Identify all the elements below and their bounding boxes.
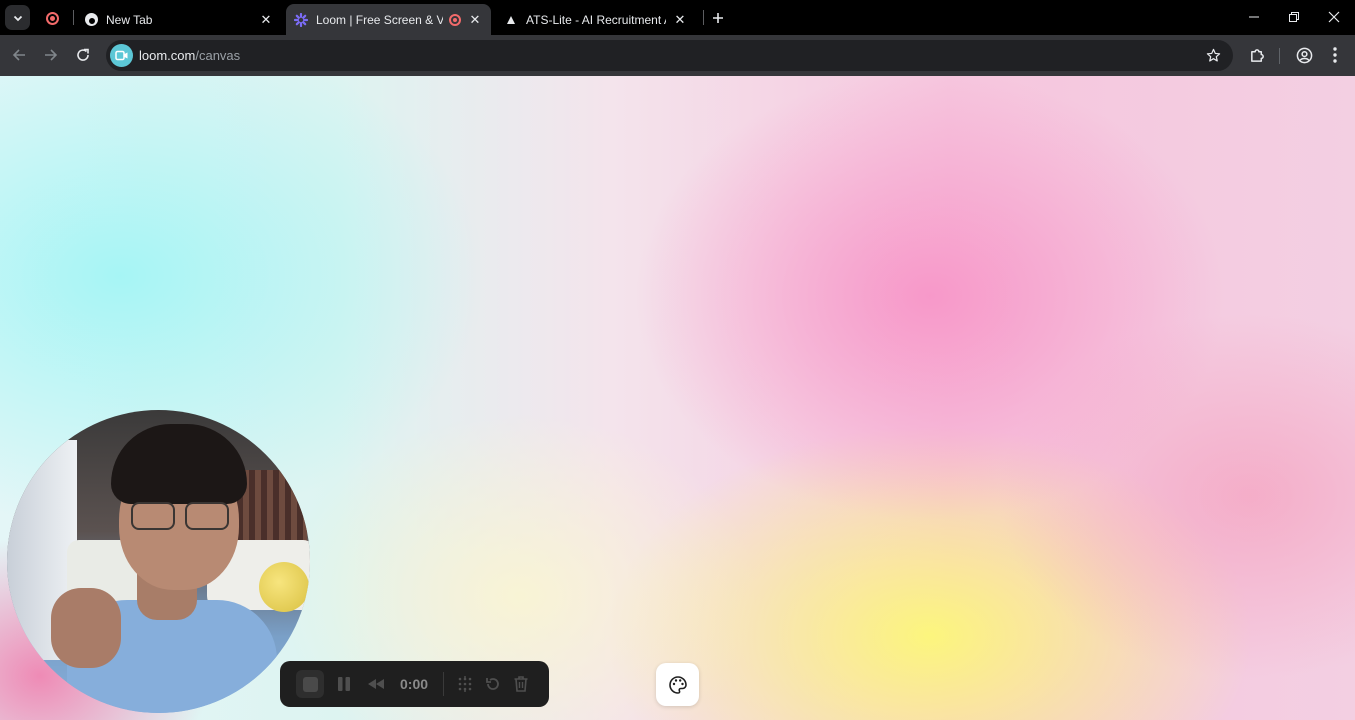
tab-new-tab[interactable]: New Tab ✕: [76, 4, 282, 35]
arrow-left-icon: [12, 49, 25, 61]
undo-button[interactable]: [479, 670, 507, 698]
tab-ats-lite[interactable]: ATS-Lite - AI Recruitment Assistant ✕: [496, 4, 696, 35]
tab-loom[interactable]: Loom | Free Screen & Video Recording ✕: [286, 4, 491, 35]
trash-icon: [514, 676, 528, 692]
tab-title: Loom | Free Screen & Video Recording: [316, 12, 443, 27]
menu-button[interactable]: [1324, 44, 1346, 66]
background-style-button[interactable]: [656, 663, 699, 706]
loom-camera-icon: [110, 44, 133, 67]
dot-grid-icon: [458, 676, 472, 692]
loom-canvas: 0:00: [0, 76, 1355, 720]
webcam-person: [111, 424, 247, 504]
url-path: /canvas: [195, 48, 241, 63]
close-icon[interactable]: ✕: [672, 12, 688, 28]
chevron-down-icon: [13, 15, 22, 21]
tab-search-button[interactable]: [5, 5, 30, 30]
tab-strip: New Tab ✕ Loom | Free Screen & Video Rec…: [0, 0, 1355, 35]
forward-button[interactable]: [39, 43, 63, 67]
pause-button[interactable]: [330, 670, 358, 698]
url-text[interactable]: loom.com/canvas: [139, 48, 240, 63]
back-button[interactable]: [7, 43, 31, 67]
tab-divider: [703, 10, 704, 25]
extensions-button[interactable]: [1246, 44, 1268, 66]
vercel-triangle-icon: [504, 13, 518, 27]
recording-controls: 0:00: [280, 661, 549, 707]
close-icon: [1328, 11, 1340, 23]
more-vert-icon: [1333, 47, 1337, 63]
new-tab-button[interactable]: [708, 8, 728, 28]
close-icon[interactable]: ✕: [258, 12, 274, 28]
profile-button[interactable]: [1293, 44, 1315, 66]
minimize-button[interactable]: [1242, 5, 1266, 29]
webcam-background: [259, 562, 309, 612]
site-info-button[interactable]: [110, 44, 133, 67]
rewind-icon: [368, 679, 384, 689]
delete-recording-button[interactable]: [507, 670, 535, 698]
account-icon: [1296, 47, 1312, 63]
close-window-button[interactable]: [1322, 5, 1346, 29]
reload-icon: [77, 48, 89, 61]
webcam-bubble[interactable]: [7, 410, 310, 713]
recording-tab-indicator[interactable]: [42, 8, 62, 28]
star-icon: [1206, 48, 1221, 62]
toolbar-divider: [1279, 48, 1280, 64]
restore-button[interactable]: [1282, 5, 1306, 29]
loom-icon: [294, 12, 308, 27]
undo-icon: [486, 678, 499, 690]
restore-icon: [1289, 12, 1299, 22]
minimize-icon: [1249, 16, 1259, 18]
reload-button[interactable]: [71, 43, 95, 67]
palette-icon: [668, 675, 687, 694]
address-bar[interactable]: loom.com/canvas: [106, 40, 1233, 71]
recording-icon: [449, 13, 461, 26]
webcam-person: [185, 502, 229, 530]
bookmark-button[interactable]: [1202, 44, 1225, 67]
pause-icon: [338, 677, 350, 691]
stop-recording-button[interactable]: [296, 670, 324, 698]
record-icon: [45, 11, 59, 25]
plus-icon: [713, 13, 723, 23]
tab-title: New Tab: [106, 12, 153, 27]
chrome-icon: [84, 13, 98, 27]
url-domain: loom.com: [139, 48, 196, 63]
stop-icon: [302, 676, 318, 692]
tab-title: ATS-Lite - AI Recruitment Assistant: [526, 12, 666, 27]
close-icon[interactable]: ✕: [467, 12, 483, 28]
tab-divider: [73, 10, 74, 25]
recording-timer: 0:00: [400, 676, 429, 692]
controls-divider: [443, 672, 444, 696]
webcam-person: [131, 502, 175, 530]
drawing-tools-button[interactable]: [451, 670, 479, 698]
arrow-right-icon: [45, 49, 58, 61]
webcam-background: [237, 470, 307, 550]
webcam-person: [51, 588, 121, 668]
browser-toolbar: loom.com/canvas: [0, 35, 1355, 76]
restart-button[interactable]: [362, 670, 390, 698]
puzzle-icon: [1250, 48, 1264, 62]
